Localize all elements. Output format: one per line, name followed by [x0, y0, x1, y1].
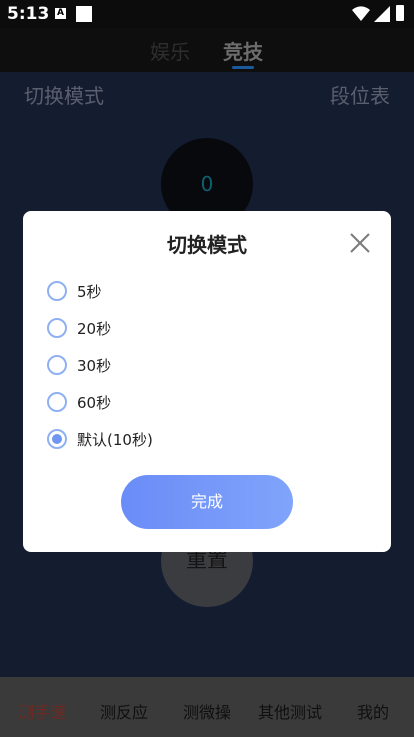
option-30s[interactable]: 30秒	[47, 352, 267, 382]
dialog-title: 切换模式	[167, 233, 247, 257]
radio-button-checked[interactable]	[47, 429, 67, 449]
close-icon[interactable]	[348, 231, 372, 255]
option-20s[interactable]: 20秒	[47, 315, 267, 345]
option-label: 30秒	[77, 357, 112, 375]
done-button[interactable]: 完成	[121, 475, 293, 529]
radio-button[interactable]	[47, 355, 67, 375]
radio-button[interactable]	[47, 318, 67, 338]
option-label: 60秒	[77, 394, 112, 412]
radio-button[interactable]	[47, 281, 67, 301]
option-label: 默认(10秒)	[77, 431, 153, 449]
switch-mode-dialog: 切换模式 5秒 20秒 30秒 60秒 默认(10秒) 完成	[23, 211, 391, 552]
modal-overlay[interactable]: 切换模式 5秒 20秒 30秒 60秒 默认(10秒) 完成	[0, 0, 414, 737]
option-60s[interactable]: 60秒	[47, 389, 267, 419]
radio-button[interactable]	[47, 392, 67, 412]
option-default-10s[interactable]: 默认(10秒)	[47, 426, 267, 456]
option-label: 20秒	[77, 320, 112, 338]
option-5s[interactable]: 5秒	[47, 278, 267, 308]
option-label: 5秒	[77, 283, 102, 301]
